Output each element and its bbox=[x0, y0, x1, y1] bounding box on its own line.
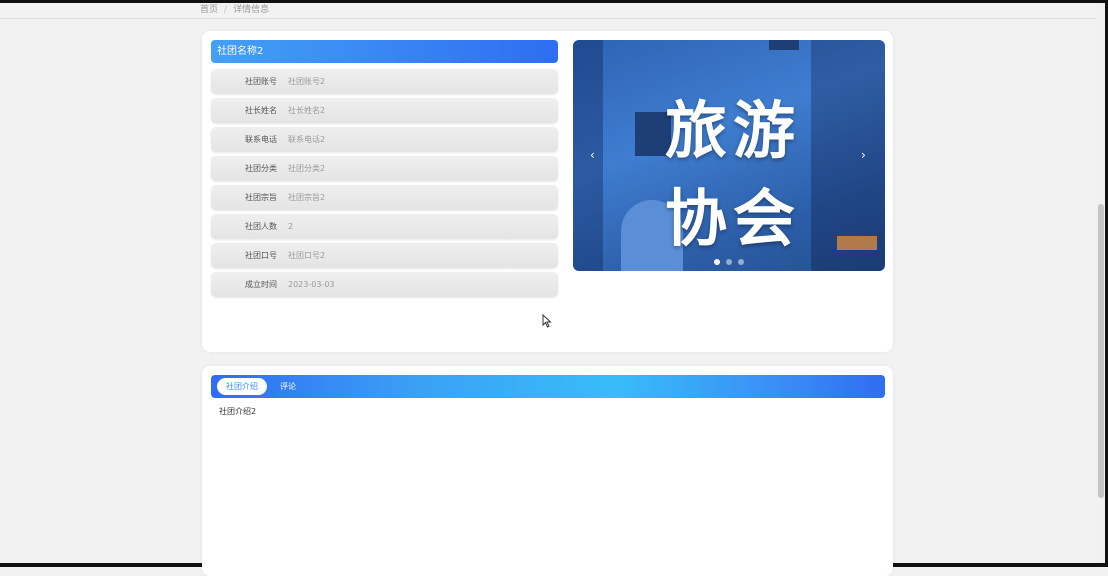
carousel-text-line2: 协会 bbox=[665, 182, 802, 255]
info-value: 社团宗旨2 bbox=[288, 193, 326, 202]
info-value: 社长姓名2 bbox=[288, 106, 326, 115]
info-label: 社团宗旨 bbox=[245, 193, 277, 202]
info-value: 2 bbox=[288, 222, 294, 231]
carousel-prev-arrow-icon[interactable]: ‹ bbox=[590, 148, 595, 162]
tab-club-intro[interactable]: 社团介绍 bbox=[217, 378, 267, 395]
tab-comments[interactable]: 评论 bbox=[273, 378, 303, 395]
window-top-edge bbox=[0, 0, 1108, 3]
info-label: 社团口号 bbox=[245, 251, 277, 260]
info-row-phone: 联系电话 联系电话2 bbox=[211, 127, 558, 152]
carousel-text-line1: 旅游 bbox=[665, 94, 802, 167]
info-value: 社团口号2 bbox=[288, 251, 326, 260]
breadcrumb-separator: / bbox=[224, 5, 228, 15]
carousel-photo-sign bbox=[837, 236, 877, 250]
info-row-slogan: 社团口号 社团口号2 bbox=[211, 243, 558, 268]
info-label: 社团账号 bbox=[245, 77, 277, 86]
vertical-scrollbar-thumb[interactable] bbox=[1098, 204, 1104, 498]
club-title: 社团名称2 bbox=[211, 40, 558, 63]
carousel-photo-window bbox=[769, 40, 799, 50]
info-value: 联系电话2 bbox=[288, 135, 326, 144]
info-row-member-count: 社团人数 2 bbox=[211, 214, 558, 239]
breadcrumb-current: 详情信息 bbox=[233, 5, 270, 15]
info-value: 2023-03-03 bbox=[288, 280, 335, 289]
info-row-founded-date: 成立时间 2023-03-03 bbox=[211, 272, 558, 297]
info-label: 社团人数 bbox=[245, 222, 277, 231]
info-row-account: 社团账号 社团账号2 bbox=[211, 69, 558, 94]
info-row-leader: 社长姓名 社长姓名2 bbox=[211, 98, 558, 123]
breadcrumb-home-link[interactable]: 首页 bbox=[200, 5, 218, 15]
carousel-next-arrow-icon[interactable]: › bbox=[861, 148, 866, 162]
header-divider bbox=[0, 18, 1096, 19]
info-row-purpose: 社团宗旨 社团宗旨2 bbox=[211, 185, 558, 210]
carousel-indicator-dot[interactable] bbox=[726, 259, 732, 265]
info-label: 联系电话 bbox=[245, 135, 277, 144]
info-value: 社团账号2 bbox=[288, 77, 326, 86]
tab-bar: 社团介绍 评论 bbox=[211, 375, 885, 398]
info-label: 成立时间 bbox=[245, 280, 277, 289]
carousel-indicator-dot[interactable] bbox=[738, 259, 744, 265]
info-row-category: 社团分类 社团分类2 bbox=[211, 156, 558, 181]
info-value: 社团分类2 bbox=[288, 164, 326, 173]
mouse-cursor-icon bbox=[542, 314, 552, 328]
image-carousel[interactable]: 旅游 协会 ‹ › bbox=[573, 40, 885, 271]
club-intro-content: 社团介绍2 bbox=[219, 407, 257, 416]
breadcrumb: 首页 / 详情信息 bbox=[200, 2, 269, 15]
info-label: 社长姓名 bbox=[245, 106, 277, 115]
carousel-indicator-dot[interactable] bbox=[714, 259, 720, 265]
carousel-photo-wall bbox=[573, 40, 603, 271]
info-label: 社团分类 bbox=[245, 164, 277, 173]
